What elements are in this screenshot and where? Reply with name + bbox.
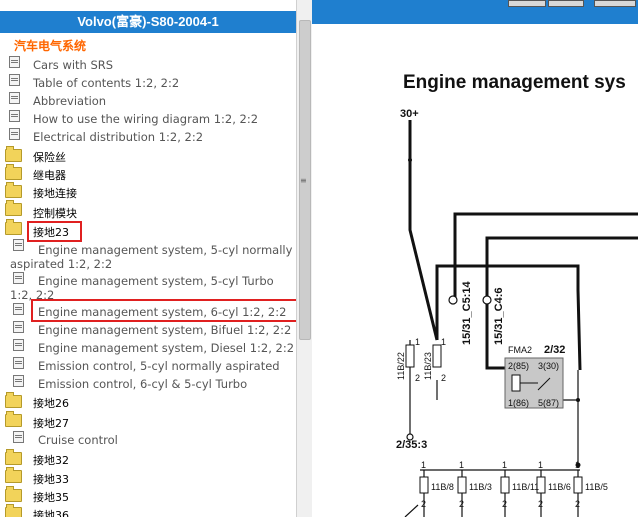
folder-icon (5, 164, 22, 180)
open-folder-icon (5, 219, 22, 235)
tree-folder-ground-33[interactable]: 接地33 (33, 471, 69, 487)
folder-icon (5, 449, 22, 465)
grip-icon: ≡ (300, 176, 307, 185)
folder-icon (5, 486, 22, 502)
tree-panel: Volvo(富豪)-S80-2004-1 汽车电气系统 Cars with SR… (0, 0, 312, 517)
document-icon (9, 128, 20, 140)
diagram-title: Engine management sys (403, 72, 626, 93)
tree-item-electrical-distribution[interactable]: Electrical distribution 1:2, 2:2 (33, 130, 203, 144)
highlight-box (31, 299, 312, 322)
tree-folder-relays[interactable]: 继电器 (33, 167, 66, 183)
document-icon (13, 357, 24, 369)
tree-item-ems-5cyl-na-line1[interactable]: Engine management system, 5-cyl normally (38, 243, 292, 257)
tree-folder-control-modules[interactable]: 控制模块 (33, 205, 77, 221)
tree-item-emission-6cyl[interactable]: Emission control, 6-cyl & 5-cyl Turbo (38, 377, 247, 391)
document-icon (13, 272, 24, 284)
document-icon (13, 239, 24, 251)
tree-folder-ground-32[interactable]: 接地32 (33, 452, 69, 468)
folder-icon (5, 392, 22, 408)
document-icon (13, 303, 24, 315)
toolbar-button[interactable] (508, 0, 546, 7)
document-icon (13, 339, 24, 351)
tree-item-emission-5cyl-na[interactable]: Emission control, 5-cyl normally aspirat… (38, 359, 280, 373)
diagram-toolbar (312, 0, 638, 24)
folder-icon (5, 182, 22, 198)
document-icon (13, 321, 24, 333)
tree-item-cars-with-srs[interactable]: Cars with SRS (33, 58, 113, 72)
tree-item-ems-diesel[interactable]: Engine management system, Diesel 1:2, 2:… (38, 341, 294, 355)
tree-item-ems-bifuel[interactable]: Engine management system, Bifuel 1:2, 2:… (38, 323, 291, 337)
tree-item-ems-5cyl-na-line2[interactable]: aspirated 1:2, 2:2 (10, 257, 112, 271)
folder-icon (5, 146, 22, 162)
tree-item-ems-5cyl-turbo-line1[interactable]: Engine management system, 5-cyl Turbo (38, 274, 274, 288)
folder-icon (5, 504, 22, 517)
tree-item-abbreviation[interactable]: Abbreviation (33, 94, 106, 108)
open-folder-icon (5, 411, 22, 427)
document-icon (9, 92, 20, 104)
tree-folder-ground-35[interactable]: 接地35 (33, 489, 69, 505)
tree-folder-fuses[interactable]: 保险丝 (33, 149, 66, 165)
toolbar-button[interactable] (548, 0, 584, 7)
highlight-box (27, 221, 82, 242)
document-icon (9, 110, 20, 122)
tree-folder-ground-36[interactable]: 接地36 (33, 507, 69, 517)
folder-icon (5, 467, 22, 483)
section-heading[interactable]: 汽车电气系统 (14, 37, 86, 54)
folder-icon (5, 200, 22, 216)
tree-item-table-of-contents[interactable]: Table of contents 1:2, 2:2 (33, 76, 179, 90)
tree-item-cruise-control[interactable]: Cruise control (38, 433, 118, 447)
document-icon (13, 431, 24, 443)
toolbar-button[interactable] (594, 0, 636, 7)
tree-folder-ground-26[interactable]: 接地26 (33, 395, 69, 411)
document-icon (9, 74, 20, 86)
tree-folder-ground-connections[interactable]: 接地连接 (33, 185, 77, 201)
tree-item-how-to-use[interactable]: How to use the wiring diagram 1:2, 2:2 (33, 112, 258, 126)
tree-folder-ground-27[interactable]: 接地27 (33, 415, 69, 431)
tree-title: Volvo(富豪)-S80-2004-1 (0, 11, 296, 33)
document-icon (9, 56, 20, 68)
document-icon (13, 375, 24, 387)
